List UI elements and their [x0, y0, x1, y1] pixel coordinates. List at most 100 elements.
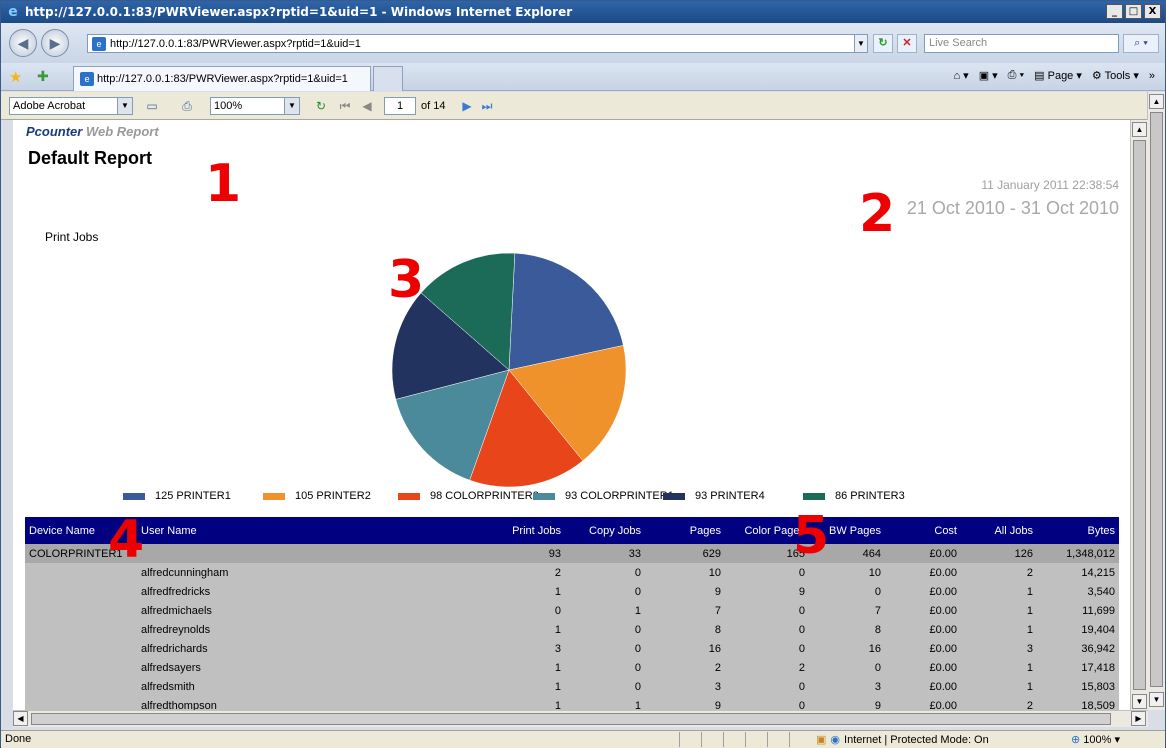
forward-arrow-icon: ▶	[49, 35, 61, 51]
export-format-select[interactable]: Adobe Acrobat ▼	[9, 97, 133, 115]
next-page-icon[interactable]: ▶	[459, 98, 475, 114]
legend-swatch	[263, 492, 285, 500]
scroll-down-icon[interactable]: ▼	[1132, 694, 1147, 709]
print-icon[interactable]: ⎙ ▾	[1008, 69, 1024, 82]
forward-button[interactable]: ▶	[41, 29, 69, 57]
browser-window: e http://127.0.0.1:83/PWRViewer.aspx?rpt…	[0, 0, 1166, 748]
report-table: Device Name User Name Print Jobs Copy Jo…	[25, 517, 1119, 710]
table-cell: 0	[565, 563, 645, 582]
table-cell: 1	[961, 620, 1037, 639]
annotation-marker-4: 4	[108, 510, 145, 570]
feeds-icon[interactable]: ▣ ▾	[979, 69, 998, 82]
add-favorite-icon[interactable]: ✚	[37, 68, 49, 85]
table-cell: 3	[477, 639, 565, 658]
scroll-right-icon[interactable]: ▶	[1131, 711, 1146, 726]
outer-vertical-scrollbar[interactable]: ▲ ▼	[1147, 92, 1165, 710]
legend-item: 93 COLORPRINTER1	[533, 490, 674, 502]
zoom-control[interactable]: ⊕ 100% ▾	[1071, 733, 1120, 746]
first-page-icon[interactable]: ⏮	[337, 98, 353, 114]
report-horizontal-scrollbar[interactable]: ◀ ▶	[13, 710, 1148, 727]
table-row: alfredmichaels 0 1 7 0 7 £0.00 1 11,699	[25, 601, 1119, 620]
legend-label: 105 PRINTER2	[295, 490, 371, 502]
scroll-thumb[interactable]	[31, 713, 1111, 725]
table-cell: 9	[725, 582, 809, 601]
scroll-up-icon[interactable]: ▲	[1149, 94, 1164, 109]
table-cell: 3,540	[1037, 582, 1119, 601]
table-cell: 1	[477, 658, 565, 677]
tab-current[interactable]: e http://127.0.0.1:83/PWRViewer.aspx?rpt…	[73, 66, 371, 91]
table-cell: alfredreynolds	[137, 620, 477, 639]
page-menu-label: Page	[1047, 70, 1074, 82]
legend-swatch	[803, 492, 825, 500]
legend-item: 125 PRINTER1	[123, 490, 231, 502]
annotation-marker-1: 1	[205, 154, 242, 214]
home-icon[interactable]: ⌂ ▾	[953, 69, 968, 82]
table-cell: 1	[961, 658, 1037, 677]
table-cell	[25, 639, 137, 658]
col-copy-jobs: Copy Jobs	[565, 517, 645, 544]
tools-menu-label: Tools	[1104, 70, 1131, 82]
table-cell: 0	[565, 620, 645, 639]
table-cell: 3	[645, 677, 725, 696]
table-cell: 1	[477, 620, 565, 639]
table-cell: £0.00	[885, 696, 961, 710]
ie-logo-icon: e	[8, 4, 18, 20]
print-icon[interactable]: ⎙	[179, 98, 195, 114]
legend-swatch	[533, 492, 555, 500]
scroll-thumb[interactable]	[1133, 140, 1146, 690]
table-cell: 10	[645, 563, 725, 582]
col-print-jobs: Print Jobs	[477, 517, 565, 544]
legend-item: 93 PRINTER4	[663, 490, 765, 502]
legend-label: 98 COLORPRINTER2	[430, 490, 539, 502]
status-bar: Done ▣ ◉ Internet | Protected Mode: On ⊕…	[1, 730, 1165, 748]
refresh-icon[interactable]: ↻	[313, 98, 329, 114]
save-icon[interactable]: ▭	[144, 98, 160, 114]
scroll-down-icon[interactable]: ▼	[1149, 692, 1164, 707]
table-cell: 16	[809, 639, 885, 658]
back-button[interactable]: ◀	[9, 29, 37, 57]
legend-swatch	[398, 492, 420, 500]
table-cell: 1	[961, 582, 1037, 601]
table-cell: 18,509	[1037, 696, 1119, 710]
legend-label: 86 PRINTER3	[835, 490, 905, 502]
table-row: alfredcunningham 2 0 10 0 10 £0.00 2 14,215	[25, 563, 1119, 582]
table-cell: 7	[645, 601, 725, 620]
search-icon: ⌕ ▾	[1134, 37, 1148, 49]
scroll-thumb[interactable]	[1150, 112, 1163, 687]
search-input[interactable]: Live Search	[924, 34, 1119, 53]
table-cell: 0	[725, 677, 809, 696]
refresh-button[interactable]: ↻	[873, 34, 893, 53]
refresh-icon: ↻	[878, 37, 888, 49]
col-all-jobs: All Jobs	[961, 517, 1037, 544]
tools-menu[interactable]: ⚙ Tools ▾	[1092, 69, 1139, 82]
minimize-button[interactable]: _	[1106, 4, 1123, 19]
table-cell: 0	[565, 582, 645, 601]
table-cell: alfredthompson	[137, 696, 477, 710]
close-button[interactable]: X	[1144, 4, 1161, 19]
favorites-star-icon[interactable]: ★	[9, 68, 22, 86]
table-cell: 16	[645, 639, 725, 658]
new-tab-button[interactable]	[373, 66, 403, 91]
zoom-select[interactable]: 100% ▼	[210, 97, 300, 115]
security-zone[interactable]: ▣ ◉ Internet | Protected Mode: On	[816, 733, 989, 747]
scroll-up-icon[interactable]: ▲	[1132, 122, 1147, 137]
maximize-button[interactable]: □	[1125, 4, 1142, 19]
chevron-down-icon: ▼	[117, 98, 132, 114]
report-vertical-scrollbar[interactable]: ▲ ▼	[1130, 120, 1148, 710]
previous-page-icon[interactable]: ◀	[359, 98, 375, 114]
scroll-left-icon[interactable]: ◀	[13, 711, 28, 726]
tab-bar: ★ ✚ e http://127.0.0.1:83/PWRViewer.aspx…	[1, 63, 1165, 91]
table-cell: alfredmichaels	[137, 601, 477, 620]
status-divider	[745, 732, 763, 747]
page-menu[interactable]: ▤ Page ▾	[1034, 69, 1082, 82]
table-cell: 1,348,012	[1037, 544, 1119, 563]
zoom-icon: ⊕	[1071, 734, 1081, 746]
search-button[interactable]: ⌕ ▾	[1123, 34, 1159, 53]
address-input[interactable]: e http://127.0.0.1:83/PWRViewer.aspx?rpt…	[87, 34, 862, 53]
chevron-right-icon[interactable]: »	[1149, 70, 1155, 82]
last-page-icon[interactable]: ⏭	[479, 98, 495, 114]
address-dropdown-button[interactable]: ▼	[854, 34, 868, 53]
page-number-input[interactable]: 1	[384, 97, 416, 115]
legend-label: 93 COLORPRINTER1	[565, 490, 674, 502]
stop-button[interactable]: ✕	[897, 34, 917, 53]
